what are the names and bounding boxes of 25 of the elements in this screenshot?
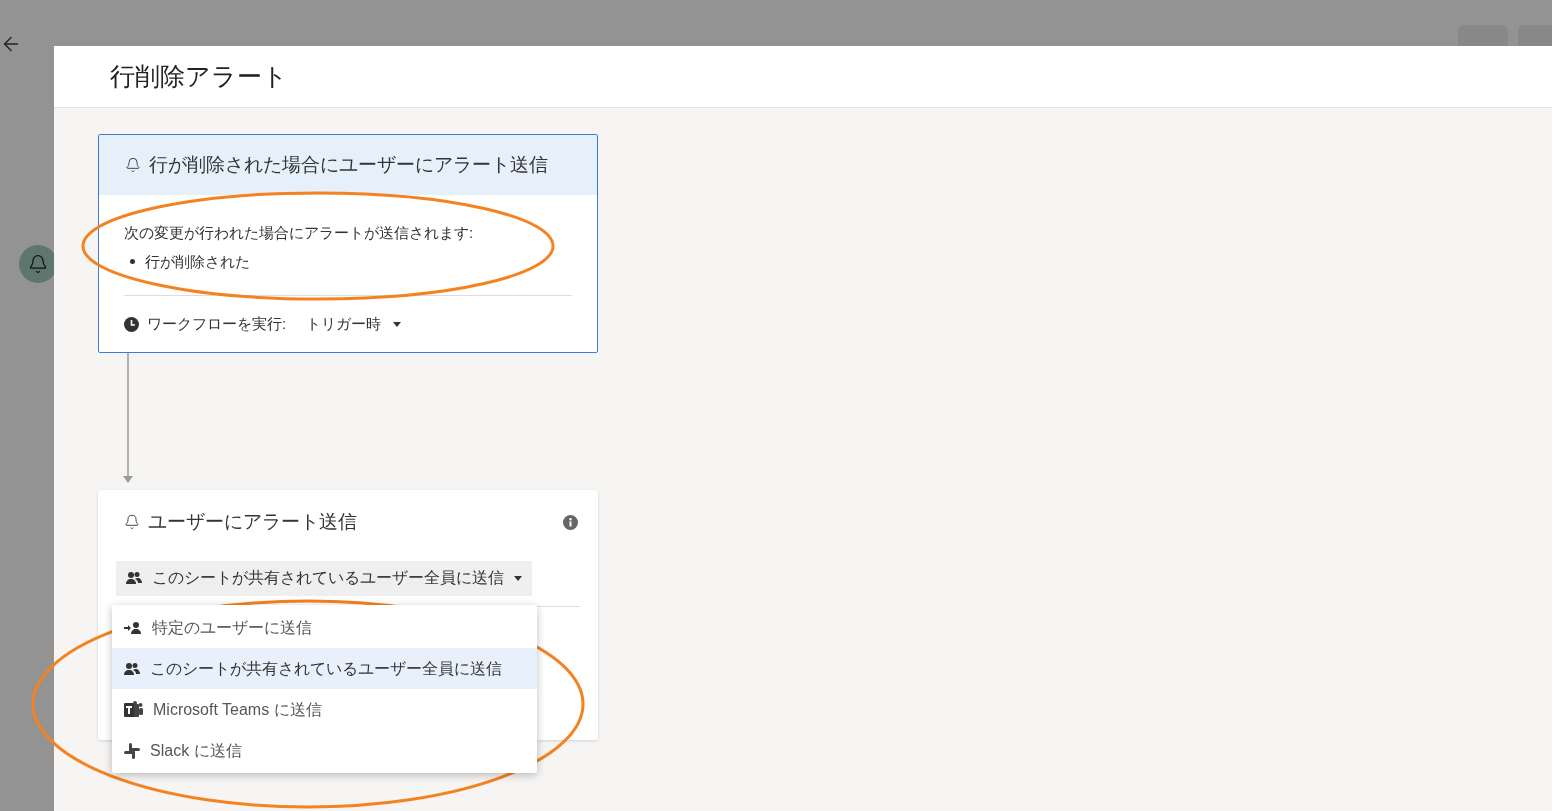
slack-logo-icon xyxy=(124,742,140,759)
dialog-title: 行削除アラート xyxy=(110,60,288,92)
run-label: ワークフローを実行: xyxy=(147,313,287,334)
bell-icon xyxy=(125,157,141,173)
recipient-option[interactable]: 特定のユーザーに送信 xyxy=(112,607,537,648)
trigger-title: 行が削除された場合にユーザーにアラート送信 xyxy=(149,152,548,177)
trigger-description: 次の変更が行われた場合にアラートが送信されます: xyxy=(124,223,475,243)
users-icon xyxy=(126,571,142,585)
bell-icon xyxy=(124,514,140,531)
caret-icon xyxy=(393,321,402,327)
teams-logo-icon xyxy=(124,700,143,719)
info-icon[interactable] xyxy=(563,514,578,530)
bell-avatar xyxy=(19,245,57,283)
condition-item: 行が削除された xyxy=(145,251,250,272)
caret-icon xyxy=(514,575,522,581)
recipient-option[interactable]: このシートが共有されているユーザー全員に送信 xyxy=(112,648,537,689)
users-icon xyxy=(124,661,140,676)
add-user-icon xyxy=(124,620,142,635)
run-timing-dropdown[interactable]: トリガー時 xyxy=(306,312,402,336)
recipient-option[interactable]: Slack に送信 xyxy=(112,730,537,771)
bullet-icon xyxy=(130,259,135,265)
clock-icon xyxy=(124,316,139,332)
action-title: ユーザーにアラート送信 xyxy=(148,510,357,534)
recipient-option[interactable]: Microsoft Teams に送信 xyxy=(112,689,537,730)
recipient-dropdown[interactable]: このシートが共有されているユーザー全員に送信 xyxy=(116,560,532,596)
